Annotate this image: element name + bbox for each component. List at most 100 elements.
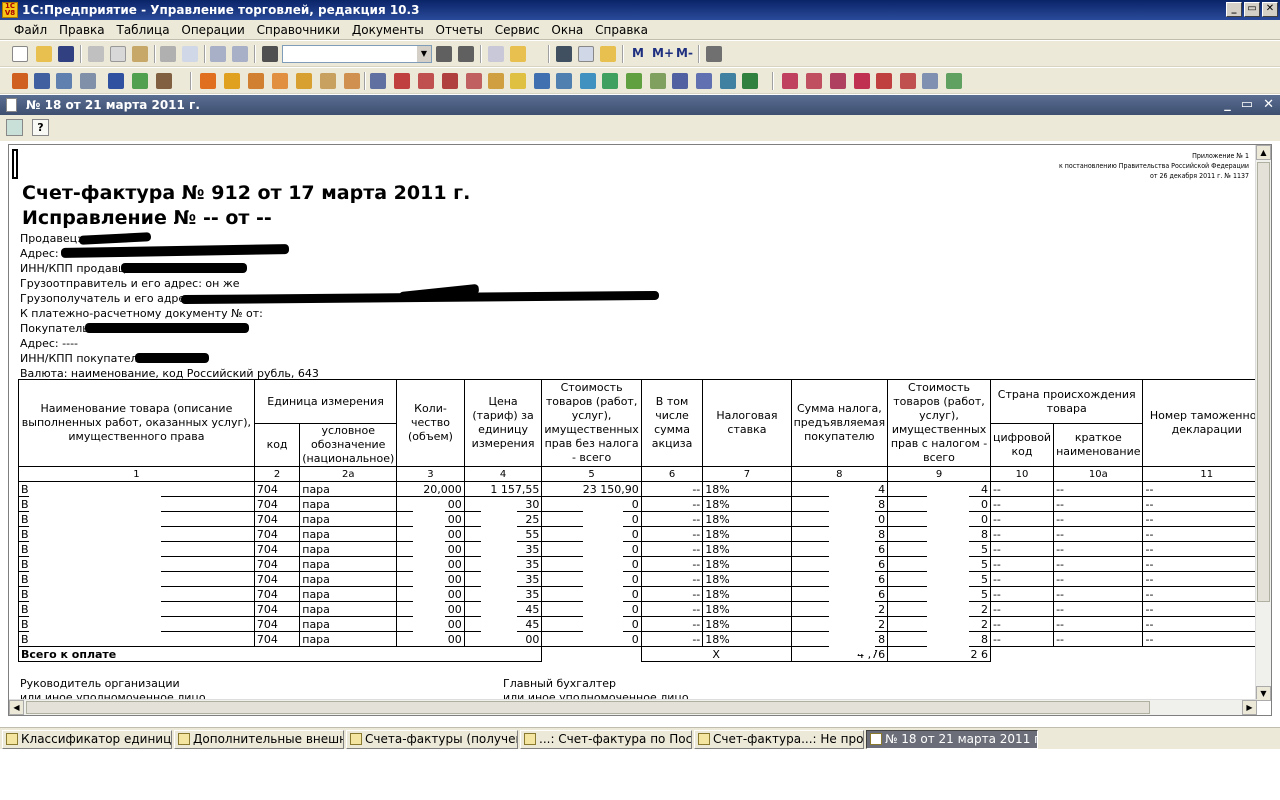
check-icon[interactable] [650,73,666,89]
item-unit-code[interactable]: 704 [253,526,301,542]
item-country-code[interactable]: -- [989,496,1055,512]
statement-icon[interactable] [534,73,550,89]
taskbar-item-active[interactable]: № 18 от 21 марта 2011 г. [866,730,1038,749]
item-excise[interactable]: -- [640,631,704,647]
expense-icon[interactable] [466,73,482,89]
item-country-name[interactable]: -- [1053,571,1144,587]
item-excise[interactable]: -- [640,511,704,527]
settings-doc-icon[interactable] [672,73,688,89]
goods-icon[interactable] [224,73,240,89]
item-unit-code[interactable]: 704 [253,541,301,557]
scroll-up-icon[interactable]: ▲ [1256,145,1271,160]
horizontal-scrollbar[interactable]: ◀ ▶ [9,699,1257,715]
item-country-name[interactable]: -- [1053,601,1144,617]
item-rate[interactable]: 18% [702,571,792,587]
item-country-code[interactable]: -- [989,571,1055,587]
menu-reports[interactable]: Отчеты [432,20,487,40]
ledger-icon[interactable] [626,73,642,89]
item-country-name[interactable]: -- [1053,526,1144,542]
item-country-code[interactable]: -- [989,526,1055,542]
item-unit-code[interactable]: 704 [253,631,301,647]
approve-icon[interactable] [946,73,962,89]
journal-icon[interactable] [12,73,28,89]
item-unit-code[interactable]: 704 [253,511,301,527]
vertical-scroll-thumb[interactable] [1257,162,1270,602]
item-declaration[interactable]: -- [1142,526,1271,542]
minimize-button[interactable]: _ [1226,2,1242,17]
item-declaration[interactable]: -- [1142,586,1271,602]
calendar-icon[interactable] [578,46,594,62]
documents-icon[interactable] [34,73,50,89]
printer-icon[interactable] [80,73,96,89]
item-unit-code[interactable]: 704 [253,481,301,497]
item-rate[interactable]: 18% [702,526,792,542]
item-excise[interactable]: -- [640,526,704,542]
restore-button[interactable]: ▭ [1244,2,1260,17]
return-icon[interactable] [272,73,288,89]
item-declaration[interactable]: -- [1142,616,1271,632]
chart-icon[interactable] [156,73,172,89]
order-icon[interactable] [370,73,386,89]
inventory-icon[interactable] [320,73,336,89]
taskbar-item[interactable]: Счета-фактуры (полученные) [346,730,518,749]
item-excise[interactable]: -- [640,586,704,602]
item-unit[interactable]: пара [299,496,398,512]
item-rate[interactable]: 18% [702,481,792,497]
item-declaration[interactable]: -- [1142,511,1271,527]
item-country-code[interactable]: -- [989,541,1055,557]
item-icon[interactable] [830,73,846,89]
memory-plus-button[interactable]: M+ [652,46,674,60]
item-country-name[interactable]: -- [1053,631,1144,647]
memory-minus-button[interactable]: M- [676,46,693,60]
item-country-code[interactable]: -- [989,481,1055,497]
open-folder-icon[interactable] [36,46,52,62]
currency-icon[interactable] [580,73,596,89]
search-combobox[interactable]: ▼ [282,45,432,63]
item-unit[interactable]: пара [299,571,398,587]
undo-icon[interactable] [210,46,226,62]
sales-icon[interactable] [248,73,264,89]
item-rate[interactable]: 18% [702,586,792,602]
find-next-icon[interactable] [436,46,452,62]
item-country-code[interactable]: -- [989,556,1055,572]
item-country-code[interactable]: -- [989,601,1055,617]
item-unit[interactable]: пара [299,616,398,632]
item-unit[interactable]: пара [299,556,398,572]
transfer-money-icon[interactable] [556,73,572,89]
item-country-name[interactable]: -- [1053,541,1144,557]
item-unit[interactable]: пара [299,526,398,542]
item-qty[interactable]: 20,000 [396,481,465,497]
scroll-right-icon[interactable]: ▶ [1242,700,1257,715]
item-declaration[interactable]: -- [1142,571,1271,587]
print-icon[interactable] [160,46,176,62]
item-rate[interactable]: 18% [702,496,792,512]
item-country-name[interactable]: -- [1053,616,1144,632]
payment-icon[interactable] [418,73,434,89]
menu-documents[interactable]: Документы [348,20,428,40]
taskbar-item[interactable]: ...: Счет-фактура по Постан... [520,730,692,749]
transfer-icon[interactable] [344,73,360,89]
item-country-code[interactable]: -- [989,616,1055,632]
table-icon[interactable] [132,73,148,89]
doc-close-button[interactable]: ✕ [1263,95,1274,115]
item-excise[interactable]: -- [640,601,704,617]
menu-operations[interactable]: Операции [177,20,248,40]
item-rate[interactable]: 18% [702,556,792,572]
item-rate[interactable]: 18% [702,541,792,557]
item-country-name[interactable]: -- [1053,556,1144,572]
item-excise[interactable]: -- [640,541,704,557]
item-declaration[interactable]: -- [1142,631,1271,647]
horizontal-scroll-thumb[interactable] [26,701,1150,714]
item-excise[interactable]: -- [640,616,704,632]
sum-icon[interactable] [876,73,892,89]
tools-icon[interactable] [706,46,722,62]
item-cost[interactable]: 23 150,90 [541,481,642,497]
item-rate[interactable]: 18% [702,511,792,527]
item-unit[interactable]: пара [299,601,398,617]
item-country-name[interactable]: -- [1053,586,1144,602]
item-excise[interactable]: -- [640,556,704,572]
menu-help[interactable]: Справка [591,20,652,40]
calculator-icon[interactable] [556,46,572,62]
key-icon[interactable] [600,46,616,62]
doc-minimize-button[interactable]: _ [1224,95,1231,115]
